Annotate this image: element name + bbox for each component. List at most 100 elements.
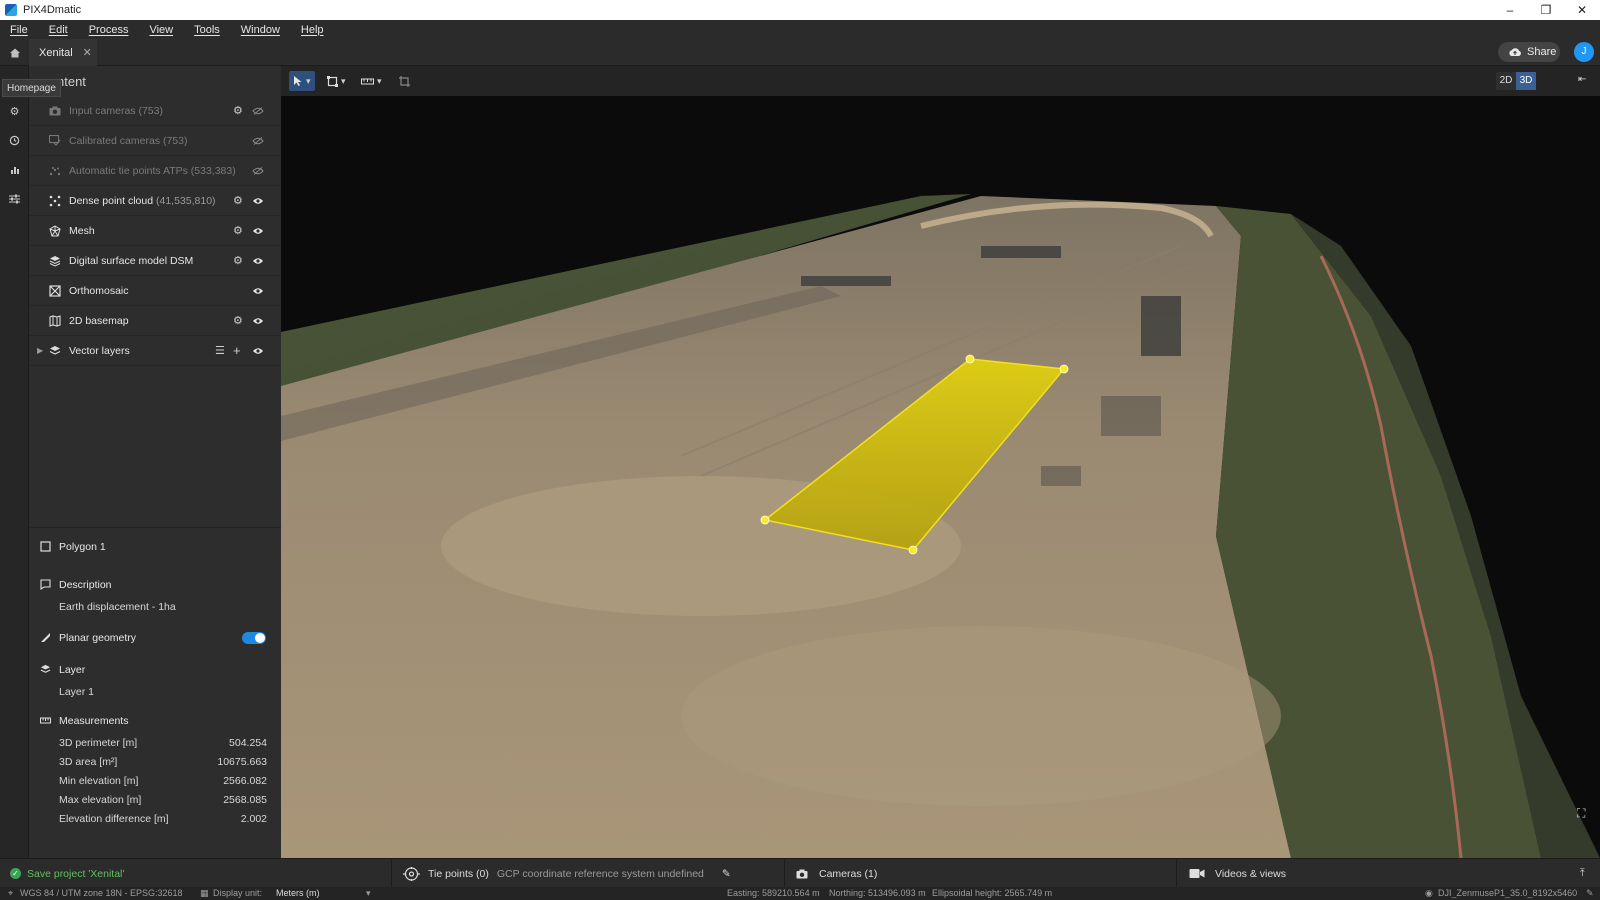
rail-adjust[interactable] xyxy=(0,188,29,210)
menu-help[interactable]: Help xyxy=(301,24,324,36)
gear-icon[interactable]: ⚙ xyxy=(233,254,243,267)
collapse-bottom-icon[interactable]: ⤒ xyxy=(1580,859,1585,888)
gear-icon[interactable]: ⚙ xyxy=(233,224,243,237)
menu-edit[interactable]: Edit xyxy=(49,24,68,36)
videos-label: Videos & views xyxy=(1215,867,1287,880)
edit-icon[interactable]: ✎ xyxy=(1586,888,1594,899)
display-unit-select[interactable]: Meters (m) xyxy=(276,888,320,898)
mesh-icon xyxy=(49,224,61,237)
cameras-section[interactable]: Cameras (1) xyxy=(796,859,877,888)
gear-icon: ⚙ xyxy=(9,105,20,118)
list-icon[interactable]: ☰ xyxy=(215,344,225,357)
polygon-vertex[interactable] xyxy=(908,545,918,555)
chevron-down-icon[interactable]: ▾ xyxy=(366,888,371,899)
chevron-right-icon[interactable]: ▶ xyxy=(37,346,43,355)
polygon-tool[interactable]: ▾ xyxy=(323,71,350,91)
cursor-icon xyxy=(294,76,302,86)
edit-icon[interactable]: ✎ xyxy=(722,868,731,880)
maximize-button[interactable]: ❐ xyxy=(1528,0,1564,20)
gcp-status: GCP coordinate reference system undefine… xyxy=(496,867,704,880)
menu-view[interactable]: View xyxy=(149,24,173,36)
close-window-button[interactable]: ✕ xyxy=(1564,0,1600,20)
layer-label: Dense point cloud (41,535,810) xyxy=(69,194,216,207)
eye-icon[interactable] xyxy=(252,227,266,235)
rail-reports[interactable] xyxy=(0,159,29,181)
gear-icon[interactable]: ⚙ xyxy=(233,104,243,117)
layer-value[interactable]: Layer 1 xyxy=(59,686,94,698)
gear-icon[interactable]: ⚙ xyxy=(233,314,243,327)
3d-viewport[interactable]: ▾ ▾ ▾ 2D 3D ⇤ ⛶ xyxy=(281,66,1600,858)
menu-tools[interactable]: Tools xyxy=(194,24,220,36)
eye-icon[interactable] xyxy=(252,317,266,325)
eye-off-icon[interactable] xyxy=(252,166,266,175)
home-tab[interactable] xyxy=(0,39,29,66)
bar-chart-icon xyxy=(10,167,19,174)
measurement-value: 10675.663 xyxy=(217,756,267,768)
close-tab-icon[interactable]: ✕ xyxy=(83,46,92,59)
volume-tool[interactable]: ▾ xyxy=(357,71,386,91)
add-icon[interactable]: + xyxy=(233,343,241,358)
object-name[interactable]: Polygon 1 xyxy=(59,541,106,553)
tie-points-section[interactable]: Tie points (0) GCP coordinate reference … xyxy=(403,859,731,888)
terrain-scene[interactable] xyxy=(281,96,1600,858)
layers-icon xyxy=(49,345,61,357)
camera-readout: DJI_ZenmuseP1_35.0_8192x5460 xyxy=(1438,888,1578,898)
layer-orthomosaic[interactable]: Orthomosaic xyxy=(29,276,281,306)
collapse-panel-icon[interactable]: ⇤ xyxy=(1578,74,1586,85)
menu-window[interactable]: Window xyxy=(241,24,280,36)
polygon-vertex[interactable] xyxy=(965,354,975,364)
measurement-row: 3D area [m²] 10675.663 xyxy=(59,756,267,768)
select-tool[interactable]: ▾ xyxy=(289,71,315,91)
user-avatar[interactable]: J xyxy=(1574,42,1594,62)
view-2d-button[interactable]: 2D xyxy=(1496,72,1516,90)
annotation-tool[interactable] xyxy=(395,71,414,91)
layer-calibrated-cameras[interactable]: Calibrated cameras (753) xyxy=(29,126,281,156)
planar-label: Planar geometry xyxy=(59,632,137,644)
eye-icon[interactable] xyxy=(252,347,266,355)
properties-panel: Polygon 1 Description Earth displacement… xyxy=(29,527,281,837)
minimize-button[interactable]: – xyxy=(1492,0,1528,20)
crop-icon xyxy=(399,75,410,87)
rail-settings[interactable]: ⚙ xyxy=(0,100,29,122)
eye-icon[interactable] xyxy=(252,257,266,265)
polygon-vertex[interactable] xyxy=(760,515,770,525)
fullscreen-icon[interactable]: ⛶ xyxy=(1577,806,1585,821)
layer-tie-points[interactable]: Automatic tie points ATPs (533,383) xyxy=(29,156,281,186)
eye-off-icon[interactable] xyxy=(252,106,266,115)
sliders-icon xyxy=(9,194,20,204)
layer-dense-point-cloud[interactable]: Dense point cloud (41,535,810) ⚙ xyxy=(29,186,281,216)
viewport-toolbar: ▾ ▾ ▾ 2D 3D ⇤ xyxy=(281,66,1600,96)
save-status[interactable]: ✓ Save project 'Xenital' xyxy=(10,859,124,888)
videos-section[interactable]: Videos & views xyxy=(1189,859,1286,888)
share-label: Share xyxy=(1527,46,1557,58)
menu-process[interactable]: Process xyxy=(89,24,129,36)
title-bar: PIX4Dmatic – ❐ ✕ xyxy=(0,0,1600,20)
gear-icon[interactable]: ⚙ xyxy=(233,194,243,207)
eye-icon[interactable] xyxy=(252,197,266,205)
layer-count: (41,535,810) xyxy=(155,194,216,207)
eye-icon[interactable] xyxy=(252,287,266,295)
eye-off-icon[interactable] xyxy=(252,136,266,145)
layer-input-cameras[interactable]: Input cameras (753) ⚙ xyxy=(29,96,281,126)
description-label: Description xyxy=(59,579,112,591)
share-button[interactable]: Share xyxy=(1498,42,1560,62)
homepage-tooltip: Homepage xyxy=(2,79,61,97)
crs-label[interactable]: WGS 84 / UTM zone 18N - EPSG:32618 xyxy=(20,888,183,898)
layer-mesh[interactable]: Mesh ⚙ xyxy=(29,216,281,246)
layer-dsm[interactable]: Digital surface model DSM ⚙ xyxy=(29,246,281,276)
measurement-label: 3D area [m²] xyxy=(59,756,118,768)
polygon-vertex[interactable] xyxy=(1059,364,1069,374)
rail-history[interactable] xyxy=(0,129,29,151)
menu-file[interactable]: File xyxy=(10,24,28,36)
cloud-upload-icon xyxy=(1509,48,1521,56)
layer-vector-layers[interactable]: ▶ Vector layers ☰ + xyxy=(29,336,281,366)
tab-xenital[interactable]: Xenital ✕ xyxy=(29,39,97,66)
description-value[interactable]: Earth displacement - 1ha xyxy=(59,601,176,613)
layer-2d-basemap[interactable]: 2D basemap ⚙ xyxy=(29,306,281,336)
planar-geometry-toggle[interactable] xyxy=(242,632,266,644)
target-icon xyxy=(403,866,420,881)
home-icon xyxy=(9,48,20,57)
check-icon: ✓ xyxy=(10,868,21,879)
window-controls: – ❐ ✕ xyxy=(1492,0,1600,20)
view-3d-button[interactable]: 3D xyxy=(1516,72,1536,90)
